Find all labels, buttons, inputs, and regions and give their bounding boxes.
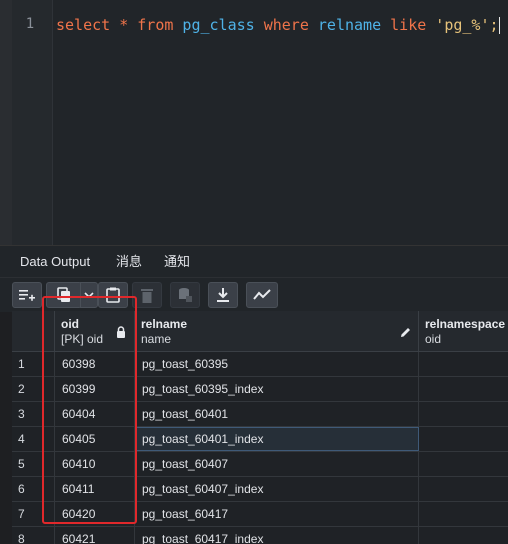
oid-cell[interactable]: 60399 <box>55 377 135 401</box>
trash-icon <box>141 288 153 303</box>
column-header-relnamespace[interactable]: relnamespace oid <box>419 311 508 351</box>
row-number[interactable]: 8 <box>12 527 55 544</box>
add-row-icon <box>19 290 35 301</box>
row-number[interactable]: 5 <box>12 452 55 476</box>
relname-cell[interactable]: pg_toast_60407 <box>135 452 419 476</box>
table-row[interactable]: 8 60421 pg_toast_60417_index <box>12 527 508 544</box>
column-type: name <box>141 332 172 346</box>
table-row[interactable]: 2 60399 pg_toast_60395_index <box>12 377 508 402</box>
row-number[interactable]: 3 <box>12 402 55 426</box>
tab-notifications[interactable]: 通知 <box>164 246 190 277</box>
row-number[interactable]: 6 <box>12 477 55 501</box>
column-name: relnamespace <box>425 317 506 331</box>
oid-cell[interactable]: 60410 <box>55 452 135 476</box>
relnamespace-cell[interactable] <box>419 477 508 501</box>
text-cursor <box>498 17 500 34</box>
download-icon <box>217 288 229 302</box>
copy-dropdown-button[interactable] <box>80 282 98 308</box>
row-number[interactable]: 7 <box>12 502 55 526</box>
column-name: relname <box>141 317 188 331</box>
grid-header: oid [PK] oid relname name relnamespace o… <box>12 311 508 352</box>
clipboard-icon <box>106 287 120 303</box>
table-row[interactable]: 7 60420 pg_toast_60417 <box>12 502 508 527</box>
relname-cell[interactable]: pg_toast_60401_index <box>135 427 419 451</box>
relname-cell[interactable]: pg_toast_60417_index <box>135 527 419 544</box>
sql-token: ; <box>489 16 499 34</box>
table-row[interactable]: 5 60410 pg_toast_60407 <box>12 452 508 477</box>
sql-token: select <box>56 16 111 34</box>
sql-tokens: select * from pg_class where relname lik… <box>56 16 499 34</box>
oid-cell[interactable]: 60421 <box>55 527 135 544</box>
column-type: oid <box>425 332 442 346</box>
editor-left-strip <box>0 0 12 245</box>
delete-button[interactable] <box>132 282 162 308</box>
relname-cell[interactable]: pg_toast_60417 <box>135 502 419 526</box>
add-row-button[interactable] <box>12 282 42 308</box>
sql-token: where <box>263 16 309 34</box>
table-row[interactable]: 4 60405 pg_toast_60401_index <box>12 427 508 452</box>
column-header-oid[interactable]: oid [PK] oid <box>55 311 135 351</box>
column-name: oid <box>61 317 79 331</box>
sql-token: * <box>110 16 138 34</box>
grid-toolbar <box>0 277 508 312</box>
relname-cell[interactable]: pg_toast_60395_index <box>135 377 419 401</box>
line-number: 1 <box>25 16 35 32</box>
table-row[interactable]: 3 60404 pg_toast_60401 <box>12 402 508 427</box>
row-number[interactable]: 1 <box>12 352 55 376</box>
save-data-button[interactable] <box>170 282 200 308</box>
relnamespace-cell[interactable] <box>419 452 508 476</box>
sql-editor[interactable]: 1 select * from pg_class where relname l… <box>0 0 508 245</box>
paste-button[interactable] <box>98 282 128 308</box>
sql-token: relname <box>308 16 391 34</box>
results-tabs: Data Output 消息 通知 <box>0 245 508 279</box>
column-header-relname[interactable]: relname name <box>135 311 419 351</box>
oid-cell[interactable]: 60411 <box>55 477 135 501</box>
copy-icon <box>57 287 70 302</box>
database-save-icon <box>179 288 192 302</box>
copy-button[interactable] <box>46 282 82 308</box>
relnamespace-cell[interactable] <box>419 377 508 401</box>
table-row[interactable]: 1 60398 pg_toast_60395 <box>12 352 508 377</box>
lock-icon <box>116 325 126 343</box>
oid-cell[interactable]: 60404 <box>55 402 135 426</box>
relnamespace-cell[interactable] <box>419 502 508 526</box>
results-grid: oid [PK] oid relname name relnamespace o… <box>12 311 508 544</box>
sql-token: 'pg_%' <box>426 16 490 34</box>
sql-token: from <box>137 16 174 34</box>
download-button[interactable] <box>208 282 238 308</box>
relname-cell[interactable]: pg_toast_60407_index <box>135 477 419 501</box>
line-gutter <box>12 0 53 245</box>
table-row[interactable]: 6 60411 pg_toast_60407_index <box>12 477 508 502</box>
row-number[interactable]: 2 <box>12 377 55 401</box>
oid-cell[interactable]: 60398 <box>55 352 135 376</box>
oid-cell[interactable]: 60420 <box>55 502 135 526</box>
graph-button[interactable] <box>246 282 278 308</box>
sql-token: like <box>390 16 427 34</box>
relname-cell[interactable]: pg_toast_60401 <box>135 402 419 426</box>
column-type: [PK] oid <box>61 332 104 346</box>
header-rownum-corner <box>12 311 55 351</box>
relname-cell[interactable]: pg_toast_60395 <box>135 352 419 376</box>
relnamespace-cell[interactable] <box>419 527 508 544</box>
tab-data-output[interactable]: Data Output <box>12 246 99 279</box>
sql-token: pg_class <box>173 16 264 34</box>
relnamespace-cell[interactable] <box>419 352 508 376</box>
pencil-icon <box>400 325 411 343</box>
relnamespace-cell[interactable] <box>419 427 508 451</box>
sql-code-line[interactable]: select * from pg_class where relname lik… <box>56 16 500 34</box>
row-number[interactable]: 4 <box>12 427 55 451</box>
tab-messages[interactable]: 消息 <box>116 246 142 277</box>
oid-cell[interactable]: 60405 <box>55 427 135 451</box>
line-chart-icon <box>253 289 271 300</box>
chevron-down-icon <box>84 292 94 299</box>
relnamespace-cell[interactable] <box>419 402 508 426</box>
